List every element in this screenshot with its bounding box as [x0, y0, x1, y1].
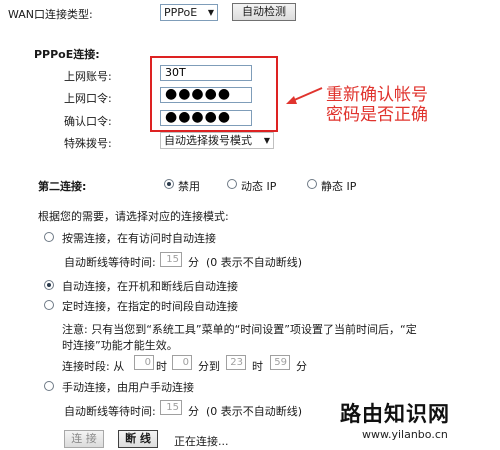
auto-connect-label: 自动连接，在开机和断线后自动连接 [62, 280, 238, 293]
idle-time-input[interactable]: 15 [160, 252, 182, 267]
disconnect-button[interactable]: 断 线 [118, 430, 158, 448]
watermark-title: 路由知识网 [340, 402, 450, 426]
second-disabled-label: 禁用 [178, 180, 200, 193]
manual-connect-radio[interactable] [44, 381, 54, 391]
period-to-label: 分到 [198, 360, 220, 373]
password-label: 上网口令: [64, 92, 112, 105]
special-dial-label: 特殊拨号: [64, 137, 112, 150]
chevron-down-icon: ▼ [263, 136, 270, 145]
confirm-password-label: 确认口令: [64, 115, 112, 128]
auto-detect-button[interactable]: 自动检测 [232, 3, 296, 21]
second-connection-label: 第二连接: [38, 180, 87, 193]
idle-time-unit: 分 [188, 256, 199, 269]
on-demand-radio[interactable] [44, 232, 54, 242]
timed-note-line-2: 时连接”功能才能生效。 [62, 339, 178, 352]
period-hour-unit-1: 时 [156, 360, 167, 373]
manual-connect-label: 手动连接，由用户手动连接 [62, 381, 194, 394]
timed-connect-label: 定时连接，在指定的时间段自动连接 [62, 300, 238, 313]
idle-time-unit-2: 分 [188, 405, 199, 418]
wan-type-label: WAN口连接类型: [8, 8, 93, 21]
account-label: 上网账号: [64, 70, 112, 83]
period-from-minute-input[interactable]: 0 [172, 355, 192, 370]
second-disabled-radio[interactable] [164, 179, 174, 189]
connection-status: 正在连接... [174, 435, 229, 448]
idle-time-input-2[interactable]: 15 [160, 400, 182, 415]
annotation-line-2: 密码是否正确 [326, 105, 428, 125]
special-dial-select[interactable]: 自动选择拨号模式 ▼ [160, 132, 274, 149]
mode-intro: 根据您的需要，请选择对应的连接模式: [38, 210, 229, 223]
period-hour-unit-2: 时 [252, 360, 263, 373]
annotation-line-1: 重新确认帐号 [326, 85, 428, 105]
connect-button[interactable]: 连 接 [64, 430, 104, 448]
wan-type-value: PPPoE [164, 6, 198, 19]
period-to-minute-input[interactable]: 59 [270, 355, 290, 370]
second-static-ip-radio[interactable] [307, 179, 317, 189]
on-demand-label: 按需连接，在有访问时自动连接 [62, 232, 216, 245]
idle-time-note: (0 表示不自动断线) [206, 256, 303, 269]
period-minute-unit: 分 [296, 360, 307, 373]
highlight-box [150, 56, 278, 132]
idle-time-label-2: 自动断线等待时间: [64, 405, 156, 418]
special-dial-value: 自动选择拨号模式 [164, 134, 252, 147]
arrow-icon [286, 87, 323, 104]
auto-connect-radio[interactable] [44, 280, 54, 290]
second-dynamic-ip-label: 动态 IP [241, 180, 277, 193]
second-dynamic-ip-radio[interactable] [227, 179, 237, 189]
pppoe-section-title: PPPoE连接: [34, 48, 100, 61]
chevron-down-icon: ▼ [207, 8, 214, 17]
idle-time-label: 自动断线等待时间: [64, 256, 156, 269]
timed-note-line-1: 注意: 只有当您到“系统工具”菜单的“时间设置”项设置了当前时间后，“定 [62, 323, 417, 336]
period-to-hour-input[interactable]: 23 [226, 355, 246, 370]
watermark-url: www.yilanbo.cn [362, 428, 448, 441]
timed-connect-radio[interactable] [44, 300, 54, 310]
wan-type-select[interactable]: PPPoE ▼ [160, 4, 218, 21]
watermark: 路由知识网 www.yilanbo.cn [338, 398, 498, 448]
period-label: 连接时段: 从 [62, 360, 125, 373]
second-static-ip-label: 静态 IP [321, 180, 357, 193]
idle-time-note-2: (0 表示不自动断线) [206, 405, 303, 418]
period-from-hour-input[interactable]: 0 [134, 355, 154, 370]
